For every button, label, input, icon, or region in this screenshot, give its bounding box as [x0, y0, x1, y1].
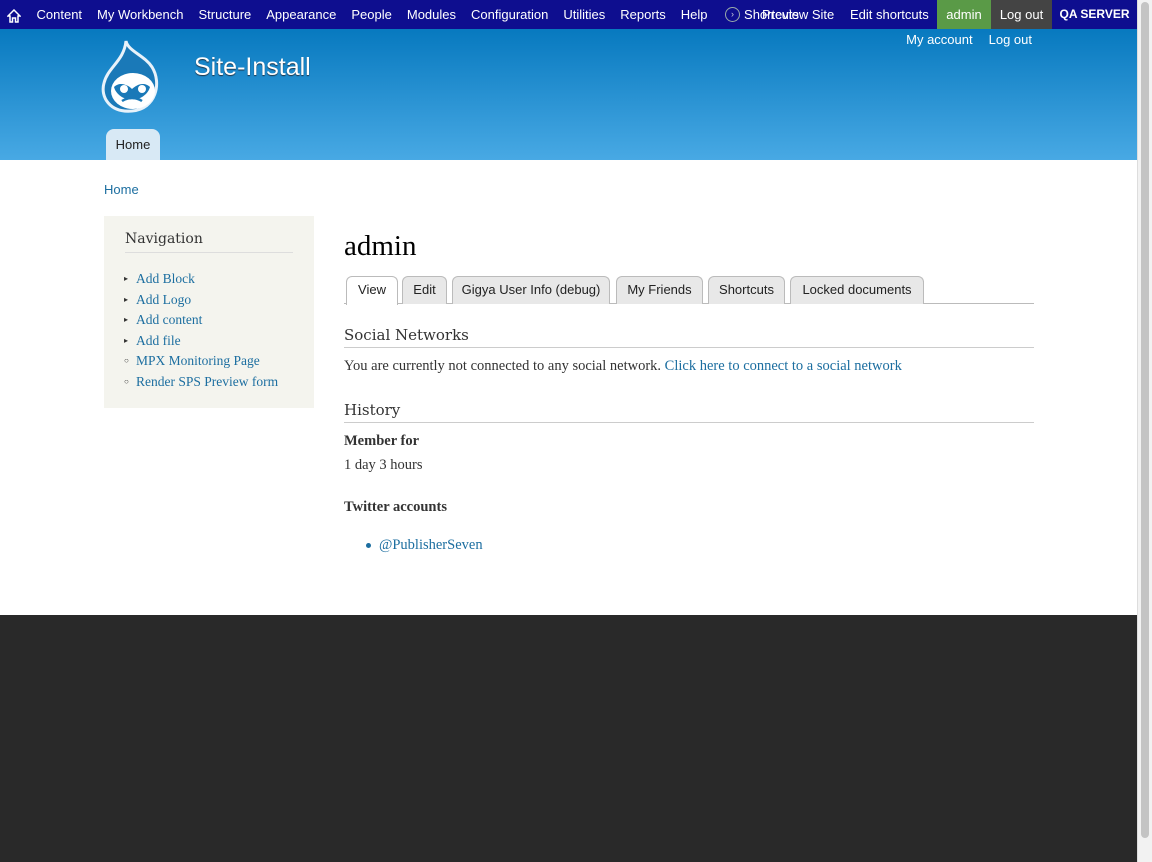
page-title: admin [344, 230, 417, 262]
toolbar-reports[interactable]: Reports [613, 0, 674, 29]
sidebar-navigation: Navigation ▸ Add Block ▸ Add Logo ▸ Add con… [104, 216, 314, 408]
collapsed-arrow-icon: ▸ [124, 294, 129, 304]
social-status-text: You are currently not connected to any s… [344, 358, 662, 374]
nav-item-label: Add Logo [136, 291, 192, 307]
profile-tabs: View Edit Gigya User Info (debug) My Fri… [344, 275, 1034, 305]
social-networks-heading: Social Networks [344, 326, 1034, 348]
leaf-circle-icon: ○ [124, 376, 129, 386]
my-account-link[interactable]: My account [906, 32, 972, 47]
nav-item-add-block[interactable]: ▸ Add Block [124, 269, 278, 290]
member-for-value: 1 day 3 hours [344, 457, 423, 473]
toolbar-utilities[interactable]: Utilities [556, 0, 613, 29]
toolbar-appearance[interactable]: Appearance [259, 0, 344, 29]
nav-item-add-logo[interactable]: ▸ Add Logo [124, 290, 278, 311]
toolbar-modules[interactable]: Modules [399, 0, 463, 29]
nav-item-label: MPX Monitoring Page [136, 353, 260, 369]
nav-item-mpx-monitoring[interactable]: ○ MPX Monitoring Page [124, 351, 278, 372]
vertical-scrollbar[interactable] [1137, 0, 1152, 862]
tab-view[interactable]: View [346, 276, 398, 305]
nav-item-add-file[interactable]: ▸ Add file [124, 331, 278, 352]
logout-link[interactable]: Log out [989, 32, 1032, 47]
collapsed-arrow-icon: ▸ [124, 335, 129, 345]
twitter-account-item[interactable]: @PublisherSeven [366, 537, 483, 554]
collapsed-arrow-icon: ▸ [124, 315, 129, 325]
toolbar-preview-site[interactable]: Preview Site [762, 0, 834, 29]
tab-locked-documents[interactable]: Locked documents [790, 276, 924, 304]
home-icon[interactable] [0, 0, 29, 29]
bullet-dot [366, 543, 371, 548]
history-heading: History [344, 401, 1034, 423]
social-networks-text: You are currently not connected to any s… [344, 358, 902, 375]
toolbar-content[interactable]: Content [29, 0, 90, 29]
toolbar-people[interactable]: People [344, 0, 399, 29]
scrollbar-thumb[interactable] [1141, 2, 1149, 838]
nav-item-label: Add file [136, 332, 181, 348]
nav-item-add-content[interactable]: ▸ Add content [124, 310, 278, 331]
tab-shortcuts[interactable]: Shortcuts [708, 276, 785, 304]
admin-toolbar: Content My Workbench Structure Appearanc… [0, 0, 1137, 29]
member-for-label: Member for [344, 433, 420, 449]
toolbar-logout[interactable]: Log out [991, 0, 1052, 29]
sidebar-title: Navigation [125, 231, 293, 253]
twitter-accounts-heading: Twitter accounts [344, 499, 447, 515]
collapsed-arrow-icon: ▸ [124, 274, 129, 284]
connect-social-link[interactable]: Click here to connect to a social networ… [665, 358, 902, 374]
toolbar-user[interactable]: admin [937, 0, 991, 29]
nav-item-render-sps[interactable]: ○ Render SPS Preview form [124, 372, 278, 393]
toolbar-configuration[interactable]: Configuration [464, 0, 556, 29]
toolbar-structure[interactable]: Structure [191, 0, 259, 29]
toolbar-my-workbench[interactable]: My Workbench [90, 0, 191, 29]
nav-item-label: Render SPS Preview form [136, 373, 279, 389]
twitter-account-link[interactable]: @PublisherSeven [379, 537, 483, 554]
site-name[interactable]: Site-Install [194, 53, 311, 82]
main-menu-home-tab[interactable]: Home [106, 129, 160, 160]
main-content: admin View Edit Gigya User Info (debug) … [344, 230, 1034, 553]
drupal-logo[interactable] [100, 37, 162, 120]
breadcrumb[interactable]: Home [104, 182, 139, 197]
site-header: Site-Install My account Log out Home [0, 29, 1137, 160]
tab-gigya-user-info[interactable]: Gigya User Info (debug) [452, 276, 610, 304]
shortcuts-toggle-icon: › [725, 7, 741, 22]
site-footer [0, 615, 1137, 862]
server-badge: QA SERVER [1052, 0, 1137, 29]
tab-edit[interactable]: Edit [402, 276, 447, 304]
toolbar-edit-shortcuts[interactable]: Edit shortcuts [850, 0, 929, 29]
nav-item-label: Add Block [136, 271, 195, 287]
navigation-list: ▸ Add Block ▸ Add Logo ▸ Add content ▸ Add f… [124, 269, 278, 392]
toolbar-help[interactable]: Help [673, 0, 715, 29]
secondary-menu: My account Log out [906, 32, 1032, 47]
leaf-circle-icon: ○ [124, 356, 129, 366]
nav-item-label: Add content [136, 312, 203, 328]
tab-my-friends[interactable]: My Friends [616, 276, 703, 304]
